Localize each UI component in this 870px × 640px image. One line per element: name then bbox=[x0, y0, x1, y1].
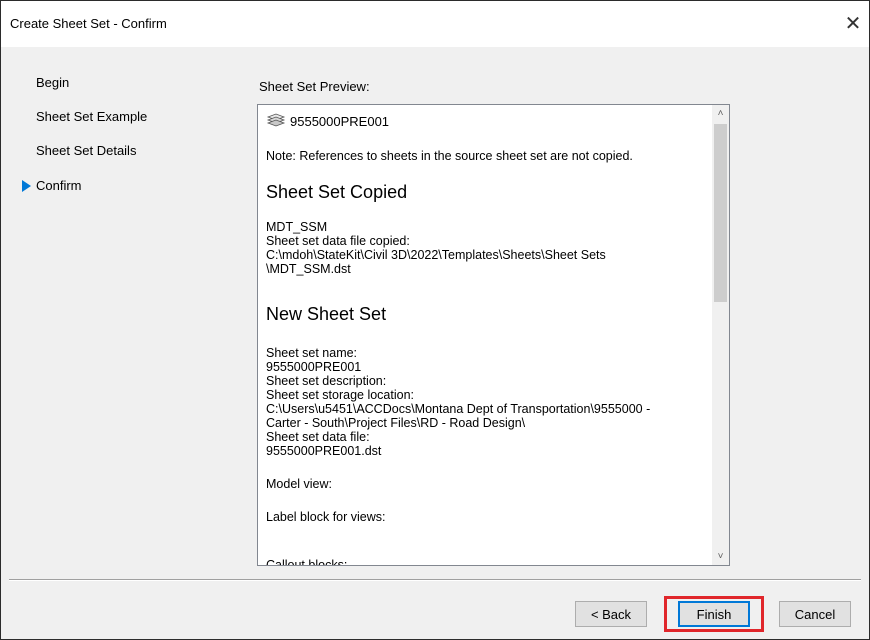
preview-label: Sheet Set Preview: bbox=[259, 79, 370, 94]
data-file-copied-path: C:\mdoh\StateKit\Civil 3D\2022\Templates… bbox=[266, 248, 606, 262]
data-file-copied-label: Sheet set data file copied: bbox=[266, 234, 410, 248]
sheet-set-description-label: Sheet set description: bbox=[266, 374, 387, 388]
callout-blocks-label: Callout blocks: bbox=[266, 558, 348, 566]
source-sheet-set-name: MDT_SSM bbox=[266, 220, 328, 234]
data-file-copied-path-cont: \MDT_SSM.dst bbox=[266, 262, 351, 276]
preview-sheet-set-name: 9555000PRE001 bbox=[290, 114, 390, 129]
step-sheet-set-details: Sheet Set Details bbox=[36, 143, 137, 158]
data-file-value: 9555000PRE001.dst bbox=[266, 444, 382, 458]
data-file-label: Sheet set data file: bbox=[266, 430, 370, 444]
model-view-label: Model view: bbox=[266, 477, 332, 491]
scroll-up-icon[interactable]: ˄ bbox=[712, 105, 729, 122]
sheet-set-preview[interactable]: 9555000PRE001 Note: References to sheets… bbox=[257, 104, 730, 566]
step-sheet-set-example: Sheet Set Example bbox=[36, 109, 148, 124]
create-sheet-set-dialog: Create Sheet Set - Confirm ✕ Begin Sheet… bbox=[0, 0, 870, 640]
dialog-title: Create Sheet Set - Confirm bbox=[10, 16, 167, 31]
label-block-label: Label block for views: bbox=[266, 510, 386, 524]
preview-scrollbar[interactable]: ˄ ˅ bbox=[712, 105, 729, 565]
close-icon[interactable]: ✕ bbox=[841, 10, 865, 38]
current-step-arrow-icon bbox=[22, 180, 31, 192]
preview-note: Note: References to sheets in the source… bbox=[266, 149, 633, 163]
storage-location-path-cont: Carter - South\Project Files\RD - Road D… bbox=[266, 416, 526, 430]
scrollbar-thumb[interactable] bbox=[714, 124, 727, 302]
scroll-down-icon[interactable]: ˅ bbox=[712, 548, 729, 565]
footer-divider bbox=[9, 579, 861, 581]
finish-highlight-box bbox=[664, 596, 764, 632]
back-button[interactable]: < Back bbox=[575, 601, 647, 627]
storage-location-label: Sheet set storage location: bbox=[266, 388, 415, 402]
title-bar: Create Sheet Set - Confirm ✕ bbox=[1, 1, 869, 47]
cancel-button[interactable]: Cancel bbox=[779, 601, 851, 627]
step-confirm: Confirm bbox=[36, 178, 82, 193]
step-begin: Begin bbox=[36, 75, 70, 90]
storage-location-path: C:\Users\u5451\ACCDocs\Montana Dept of T… bbox=[266, 402, 651, 416]
heading-new-sheet-set: New Sheet Set bbox=[266, 304, 387, 324]
sheet-set-name-label: Sheet set name: bbox=[266, 346, 358, 360]
sheet-set-name-value: 9555000PRE001 bbox=[266, 360, 362, 374]
heading-sheet-set-copied: Sheet Set Copied bbox=[266, 182, 408, 202]
sheet-set-icon bbox=[266, 113, 286, 127]
